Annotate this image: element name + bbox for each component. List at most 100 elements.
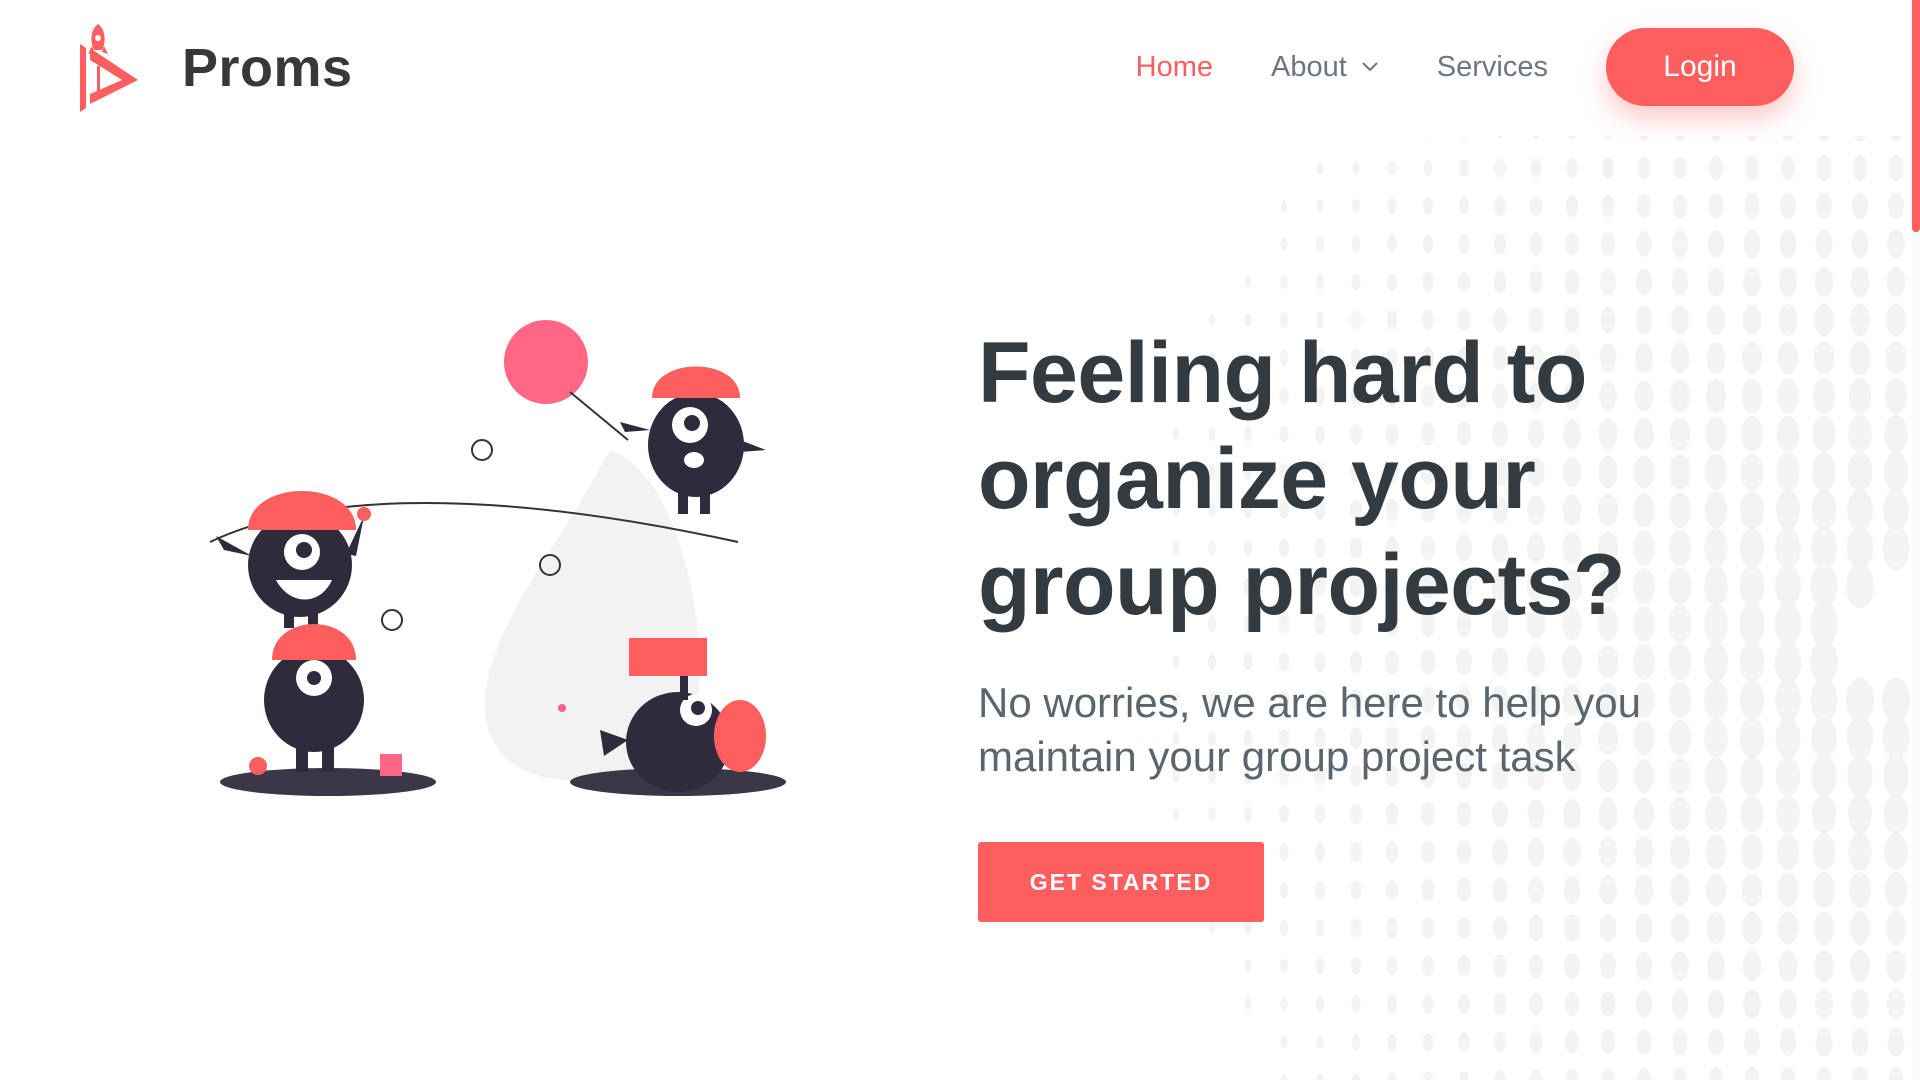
background-dot	[1846, 563, 1874, 609]
background-dot	[1316, 1073, 1324, 1080]
background-dot	[1847, 794, 1873, 834]
background-dot	[1887, 1066, 1905, 1080]
background-dot	[1494, 196, 1506, 216]
background-dot	[1852, 155, 1868, 181]
background-dot	[1707, 267, 1725, 297]
background-dot	[1315, 996, 1325, 1012]
background-dot	[1813, 872, 1835, 908]
background-dot	[1316, 236, 1324, 252]
background-dot	[1280, 237, 1288, 251]
background-dot	[1564, 269, 1580, 295]
background-dot	[1458, 196, 1470, 216]
brand-name: Proms	[182, 38, 353, 98]
background-dot	[1494, 1070, 1506, 1080]
background-dot	[1565, 1069, 1579, 1080]
background-dot	[1493, 954, 1507, 978]
background-dot	[1493, 233, 1507, 255]
background-dot	[1423, 1071, 1433, 1080]
background-dot	[1600, 991, 1616, 1017]
background-dot	[1387, 160, 1397, 176]
background-dot	[1811, 489, 1837, 531]
background-dot	[1816, 155, 1832, 181]
background-dot	[1494, 158, 1506, 178]
background-dot	[1883, 452, 1909, 492]
background-dot	[1742, 950, 1762, 982]
get-started-button[interactable]: GET STARTED	[978, 842, 1264, 922]
login-button[interactable]: Login	[1606, 28, 1794, 106]
background-dot	[1707, 230, 1725, 258]
background-dot	[1846, 526, 1874, 570]
background-dot	[1244, 959, 1252, 973]
background-dot	[1775, 756, 1801, 796]
background-dot	[1316, 199, 1324, 213]
hero-subtitle: No worries, we are here to help you main…	[978, 679, 1641, 780]
background-dot	[1739, 528, 1765, 568]
background-dot	[1812, 415, 1836, 453]
background-dot	[1815, 229, 1833, 259]
background-dot	[1810, 678, 1838, 722]
background-dot	[1743, 267, 1761, 297]
background-dot	[1708, 1028, 1724, 1056]
background-dot	[1280, 274, 1288, 290]
background-dot	[1493, 992, 1507, 1016]
background-dot	[1422, 1032, 1434, 1052]
hero-title: Feeling hard to organize your group proj…	[978, 325, 1626, 633]
site-header: Proms Home About Services Login	[0, 0, 1920, 136]
nav-about-label: About	[1271, 50, 1347, 83]
hero-section: Feeling hard to organize your group proj…	[978, 320, 1738, 922]
background-dot	[1816, 192, 1832, 220]
background-dot	[1636, 990, 1652, 1018]
background-dot	[1739, 679, 1765, 721]
background-dot	[1637, 1068, 1651, 1080]
background-dot	[1885, 340, 1907, 376]
scrollbar-thumb[interactable]	[1912, 0, 1920, 232]
background-dot	[1601, 1068, 1615, 1080]
nav-home-link[interactable]: Home	[1136, 51, 1213, 84]
background-dot	[1810, 526, 1838, 570]
background-dot	[1529, 270, 1543, 294]
background-dot	[1744, 1067, 1760, 1080]
background-dot	[1814, 988, 1834, 1020]
background-dot	[1883, 794, 1909, 834]
nav-services-link[interactable]: Services	[1437, 51, 1548, 84]
background-dot	[1743, 989, 1761, 1019]
background-dot	[1742, 911, 1762, 945]
background-dot	[1816, 1066, 1832, 1080]
background-dot	[1850, 988, 1870, 1020]
page-scrollbar[interactable]	[1912, 0, 1920, 1080]
background-dot	[1244, 920, 1252, 936]
background-dot	[1672, 230, 1688, 258]
background-dot	[1458, 233, 1470, 255]
background-dot	[1709, 156, 1723, 180]
background-dot	[1775, 490, 1801, 530]
background-dot	[1776, 415, 1800, 453]
brand-logo[interactable]: Proms	[76, 20, 353, 116]
nav-about-link[interactable]: About	[1271, 51, 1379, 84]
background-dot	[1493, 270, 1507, 294]
background-dot	[1601, 194, 1615, 218]
background-dot	[1739, 718, 1765, 758]
background-dot	[1565, 194, 1579, 218]
background-dot	[1813, 378, 1835, 414]
background-dot	[1741, 872, 1763, 908]
background-dot	[1779, 229, 1797, 259]
background-dot	[1813, 340, 1835, 376]
background-dot	[1708, 1067, 1724, 1080]
background-dot	[1811, 452, 1837, 492]
background-dot	[1387, 1033, 1397, 1051]
background-dot	[1387, 235, 1397, 253]
background-dot	[1352, 1072, 1360, 1080]
landing-page: Proms Home About Services Login Feeling …	[0, 0, 1920, 1080]
background-dot	[1601, 157, 1615, 179]
background-dot	[1851, 229, 1869, 259]
background-dot	[1778, 266, 1798, 298]
background-dot	[1744, 155, 1760, 181]
rocket-play-logo-icon	[80, 24, 138, 112]
background-dot	[1882, 526, 1910, 570]
chevron-down-icon	[1362, 62, 1378, 72]
background-dot	[1458, 1032, 1470, 1052]
background-dot	[1740, 795, 1764, 833]
background-dot	[1315, 957, 1325, 975]
background-dot	[1565, 232, 1579, 256]
background-dot	[1813, 911, 1835, 945]
